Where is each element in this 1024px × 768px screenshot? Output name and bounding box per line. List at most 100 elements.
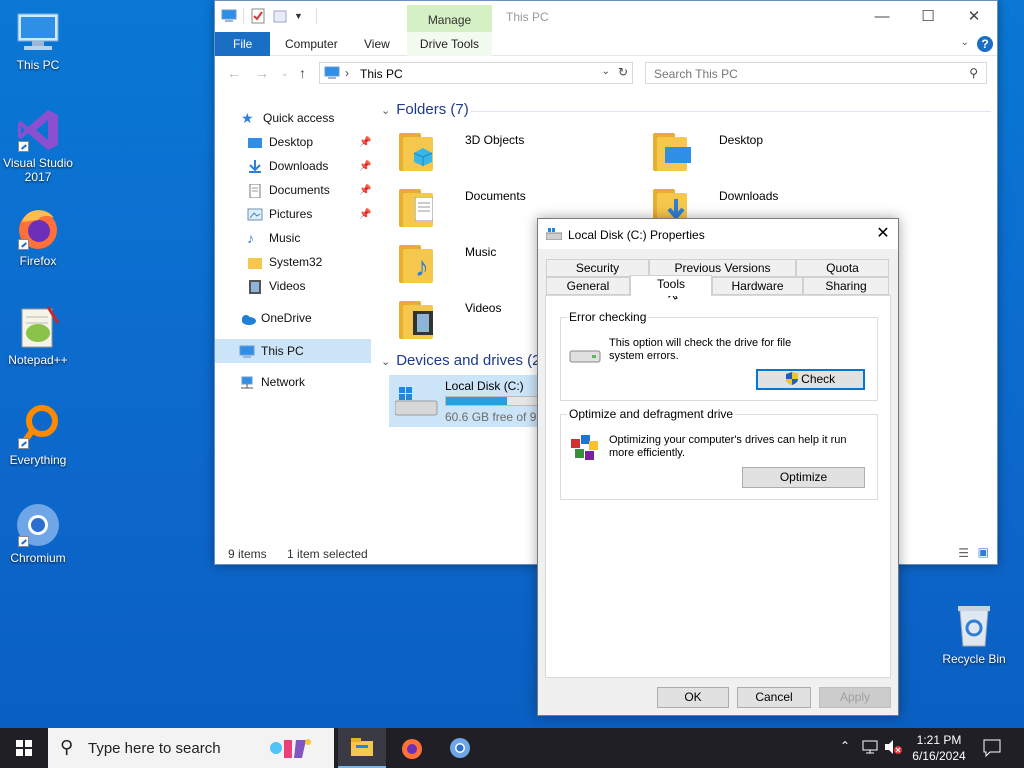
tab-general[interactable]: General [546,277,630,295]
folder-desktop[interactable]: Desktop [653,129,893,179]
tab-hardware[interactable]: Hardware [712,277,803,295]
tab-computer[interactable]: Computer [271,32,352,56]
nav-label: Videos [269,279,306,293]
refresh-icon[interactable]: ↻ [618,65,628,79]
sidebar-item-onedrive[interactable]: OneDrive [239,307,312,329]
properties-icon[interactable] [250,8,266,24]
desktop-icon-firefox[interactable]: Firefox [0,204,76,268]
system-clock[interactable]: 1:21 PM 6/16/2024 [904,732,974,764]
desktop-icon-chromium[interactable]: Chromium [0,501,76,565]
customize-toolbar-icon[interactable]: ▼ [294,8,310,24]
folder-name: Desktop [719,133,764,147]
taskbar-chromium[interactable] [436,728,484,768]
taskbar-file-explorer[interactable] [338,728,386,768]
group-label: Error checking [567,310,649,324]
sidebar-item-music[interactable]: ♪ Music [247,227,300,249]
pin-icon[interactable]: 📌 [359,209,371,220]
selection-count: 1 item selected [287,547,368,561]
recent-locations-icon[interactable]: ⌄ [281,68,289,79]
cancel-button[interactable]: Cancel [737,687,811,708]
sidebar-item-pictures[interactable]: Pictures [247,203,312,225]
optimize-button[interactable]: Optimize [742,467,865,488]
network-status-icon[interactable] [862,739,878,758]
close-icon[interactable]: ✕ [951,1,997,32]
sidebar-item-downloads[interactable]: Downloads [247,155,328,177]
folders-section-header[interactable]: ⌄ Folders (7) [381,101,469,118]
quick-access-toolbar: ▼ [221,8,317,24]
details-view-icon[interactable]: ☰ [958,546,969,560]
desktop-icon-visual-studio[interactable]: Visual Studio 2017 [0,106,76,184]
sidebar-item-this-pc[interactable]: This PC [239,340,304,362]
tab-sharing[interactable]: Sharing [803,277,889,295]
pin-icon[interactable]: 📌 [359,185,371,196]
file-explorer-icon [351,738,373,756]
folder-3d-objects[interactable]: 3D Objects [399,129,639,179]
show-hidden-icons-chevron-icon[interactable]: ⌃ [840,739,850,753]
tab-file[interactable]: File [215,32,271,56]
video-film-icon [247,279,263,294]
desktop-icon-everything[interactable]: Everything [0,403,76,467]
devices-section-header[interactable]: ⌄ Devices and drives (2) [381,352,545,369]
section-title: Folders (7) [396,101,469,118]
network-icon [239,375,255,389]
sidebar-item-system32[interactable]: System32 [247,251,322,273]
nav-quick-access[interactable]: ★ Quick access [241,107,334,129]
back-icon[interactable]: ← [227,65,241,81]
title-bar: ▼ Manage This PC — ☐ ✕ [215,1,997,32]
sidebar-item-documents[interactable]: Documents [247,179,330,201]
minimize-icon[interactable]: — [859,1,905,32]
address-bar[interactable]: › This PC ⌄ ↻ [319,62,633,84]
drive-local-disk-c[interactable]: Local Disk (C:) 60.6 GB free of 99 [389,375,549,427]
cloud-icon [239,311,256,325]
pin-icon[interactable]: 📌 [359,161,371,172]
desktop-icon-this-pc[interactable]: This PC [0,8,76,72]
sidebar-item-desktop[interactable]: Desktop [247,131,313,153]
start-button[interactable] [0,728,48,768]
drive-usage-bar [445,396,545,406]
taskbar-firefox[interactable] [388,728,436,768]
tab-drive-tools[interactable]: Drive Tools [407,32,492,56]
search-highlights-icon[interactable] [266,734,314,765]
videos-folder-icon [399,297,441,341]
desktop-icon-recycle-bin[interactable]: Recycle Bin [936,602,1012,666]
tab-tools[interactable]: Tools [630,275,712,296]
help-icon[interactable]: ? [977,36,993,52]
large-icons-view-icon[interactable]: ▣ [978,545,989,559]
nav-label: Music [269,231,301,245]
expand-ribbon-icon[interactable]: ⌄ [961,37,969,48]
desktop: This PC Visual Studio 2017 Firefox Notep… [0,0,1024,728]
search-input[interactable]: Search This PC ⚲ [645,62,987,84]
close-icon[interactable]: ✕ [868,219,898,249]
ok-button[interactable]: OK [657,687,729,708]
taskbar-search-box[interactable]: ⚲ Type here to search [48,728,334,768]
notification-center-icon[interactable] [983,739,1001,760]
pin-icon[interactable]: 📌 [359,137,371,148]
manage-contextual-tab[interactable]: Manage [407,5,492,32]
folder-name: Videos [465,301,502,315]
address-dropdown-icon[interactable]: ⌄ [602,66,610,77]
tab-view[interactable]: View [350,32,404,56]
sidebar-item-videos[interactable]: Videos [247,275,305,297]
tab-quota[interactable]: Quota [796,259,889,277]
forward-icon[interactable]: → [255,65,269,81]
check-button[interactable]: Check [756,369,865,390]
search-icon: ⚲ [969,66,978,80]
drive-free-space: 60.6 GB free of 99 [445,410,544,424]
folder-name: Documents [465,189,526,203]
maximize-icon[interactable]: ☐ [905,1,951,32]
volume-muted-icon[interactable] [884,739,902,758]
shortcut-arrow-icon [18,239,29,250]
sidebar-item-network[interactable]: Network [239,371,305,393]
notepad-plus-plus-icon [14,303,62,351]
folder-name: Downloads [719,189,779,203]
desktop-icon-notepad-plus-plus[interactable]: Notepad++ [0,303,76,367]
apply-button[interactable]: Apply [819,687,891,708]
folder-icon [247,255,263,269]
up-icon[interactable]: ↑ [299,65,306,81]
new-folder-icon[interactable] [272,8,288,24]
windows-logo-icon [16,740,32,756]
properties-dialog: Local Disk (C:) Properties ✕ Security Pr… [537,218,899,716]
shortcut-arrow-icon [18,438,29,449]
error-checking-group: Error checking This option will check th… [560,310,878,401]
search-placeholder: Search This PC [654,67,738,81]
